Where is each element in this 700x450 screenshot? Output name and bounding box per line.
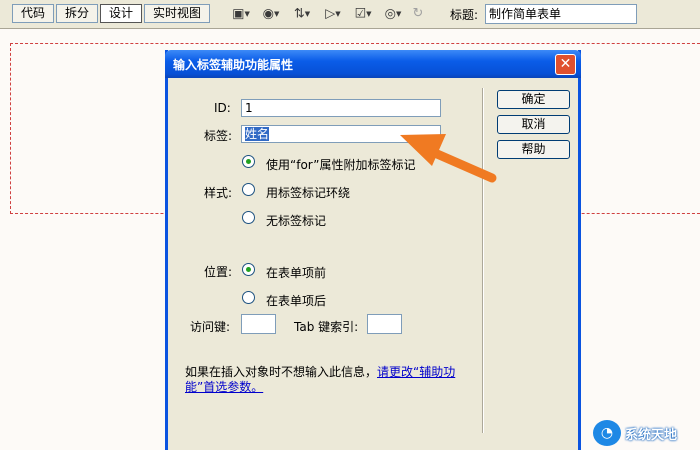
watermark: ◔ 系统天地 xyxy=(593,418,700,448)
watermark-logo-icon: ◔ xyxy=(593,420,621,446)
annotation-arrow-icon xyxy=(400,134,497,183)
watermark-text: 系统天地 xyxy=(625,428,678,443)
